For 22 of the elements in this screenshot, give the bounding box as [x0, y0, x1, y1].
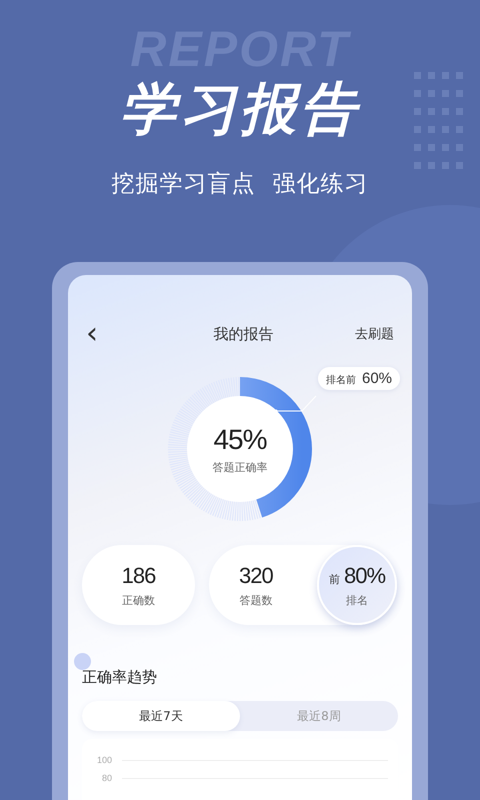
y-axis-label: 80 [100, 773, 112, 783]
rank-prefix: 前 [328, 572, 340, 586]
banner-title: 学习报告 [120, 82, 360, 138]
banner-subtitle: 挖掘学习盲点 强化练习 [112, 170, 368, 199]
leader-line [274, 393, 318, 413]
rank-value: 80% [344, 562, 386, 588]
page-title: 我的报告 [214, 324, 274, 344]
rank-label: 排名 [346, 592, 368, 608]
back-icon[interactable]: ‹ [86, 323, 98, 345]
callout-value: 60% [362, 370, 392, 387]
section-title: 正确率趋势 [82, 668, 157, 686]
callout-label: 排名前 [326, 374, 356, 387]
period-tab[interactable]: 最近7天 [82, 701, 240, 731]
stat-label: 答题数 [239, 592, 272, 608]
accuracy-label: 答题正确率 [212, 460, 268, 474]
stat-value: 320 [239, 562, 273, 588]
practice-link[interactable]: 去刷题 [355, 325, 394, 343]
section-marker-icon [74, 653, 91, 670]
accuracy-value: 45% [213, 424, 267, 456]
y-axis-label: 100 [96, 755, 112, 765]
stat-value: 186 [122, 562, 156, 588]
stat-label: 正确数 [122, 592, 155, 608]
